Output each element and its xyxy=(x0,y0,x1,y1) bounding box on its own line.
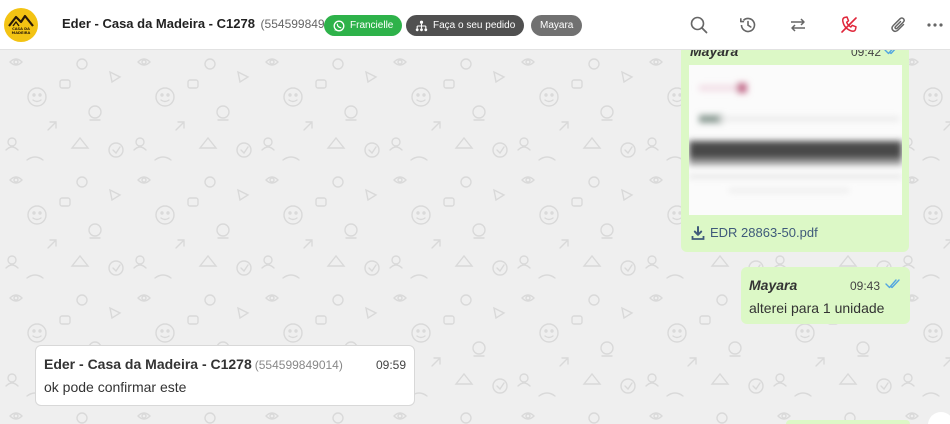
logo-text: CASA DA MADEIRA xyxy=(11,27,31,35)
message-time: 09:43 xyxy=(849,279,880,293)
message-text: alterei para 1 unidade xyxy=(749,300,885,316)
tag-user[interactable]: Mayara xyxy=(531,15,583,36)
message-text: ok pode confirmar este xyxy=(44,379,187,395)
sitemap-icon xyxy=(415,20,428,31)
document-preview-thumbnail[interactable] xyxy=(689,65,902,215)
contact-title: Eder - Casa da Madeira - C1278 (55459984… xyxy=(62,16,349,31)
contact-avatar[interactable]: CASA DA MADEIRA xyxy=(4,8,38,42)
double-check-icon xyxy=(884,50,896,55)
tag-queue[interactable]: Faça o seu pedido xyxy=(406,15,525,36)
attach-icon[interactable] xyxy=(888,14,910,36)
message-incoming-text[interactable]: Eder - Casa da Madeira - C1278 (554599849… xyxy=(35,345,415,406)
chat-area: Mayara 09:42 EDR 28863-50.pdf Mayara 09:… xyxy=(0,50,950,424)
chat-header: CASA DA MADEIRA Eder - Casa da Madeira -… xyxy=(0,0,950,50)
message-time: 09:42 xyxy=(850,50,881,59)
message-sender: Eder - Casa da Madeira - C1278 (554599849… xyxy=(44,356,343,372)
message-outgoing-partial[interactable] xyxy=(786,420,910,424)
message-outgoing-document[interactable]: Mayara 09:42 EDR 28863-50.pdf xyxy=(681,50,909,252)
document-download-link[interactable]: EDR 28863-50.pdf xyxy=(691,225,818,240)
message-sender: Mayara xyxy=(749,277,798,293)
message-sender: Mayara xyxy=(690,50,739,59)
transfer-icon[interactable] xyxy=(787,14,809,36)
double-check-icon xyxy=(885,279,900,289)
message-outgoing-text[interactable]: Mayara 09:43 alterei para 1 unidade xyxy=(741,267,910,324)
logo-mountain-icon xyxy=(8,14,34,27)
search-icon[interactable] xyxy=(688,14,710,36)
message-sender-phone: (554599849014) xyxy=(254,358,343,372)
tag-connection[interactable]: Francielle xyxy=(324,15,403,36)
document-filename: EDR 28863-50.pdf xyxy=(710,225,818,240)
contact-name: Eder - Casa da Madeira - C1278 xyxy=(62,16,255,31)
tag-user-label: Mayara xyxy=(540,20,574,31)
message-time: 09:59 xyxy=(375,358,406,372)
download-icon xyxy=(691,225,705,240)
tag-connection-label: Francielle xyxy=(350,20,394,31)
blurred-document-image xyxy=(689,83,902,192)
tag-queue-label: Faça o seu pedido xyxy=(433,20,516,31)
history-icon[interactable] xyxy=(737,14,759,36)
message-sender-name: Eder - Casa da Madeira - C1278 xyxy=(44,356,252,372)
whatsapp-icon xyxy=(333,20,345,31)
more-icon[interactable] xyxy=(924,14,946,36)
end-call-icon[interactable] xyxy=(838,14,860,36)
